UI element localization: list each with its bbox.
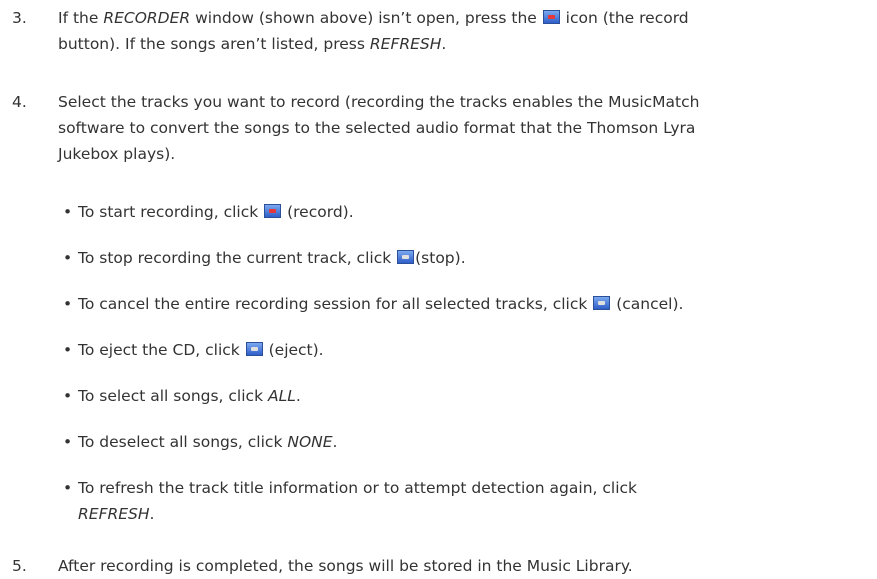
step-5-line-1: After recording is completed, the songs … (58, 557, 633, 575)
bullet-text: To stop recording the current track, cli… (78, 245, 858, 271)
step-number: 3. (12, 9, 27, 27)
step-3-line-2: button). If the songs aren’t listed, pre… (58, 31, 858, 57)
step-3-text: If the RECORDER window (shown above) isn… (58, 5, 858, 57)
text-run: button). If the songs aren’t listed, pre… (58, 35, 370, 53)
step-4-line-3: Jukebox plays). (58, 145, 176, 163)
step-3-line-1: If the RECORDER window (shown above) isn… (58, 5, 858, 31)
text-run: . (149, 505, 155, 523)
bullet-text: To refresh the track title information o… (78, 475, 858, 527)
bullet-dot: • (63, 249, 73, 267)
record-icon (542, 10, 560, 24)
bullet-dot: • (63, 433, 73, 451)
record-icon (264, 204, 282, 218)
text-run: If the (58, 9, 104, 27)
bullet-text: To eject the CD, click (eject). (78, 337, 858, 363)
document-page: 3. If the RECORDER window (shown above) … (0, 0, 877, 576)
stop-icon (397, 250, 415, 264)
text-run: (stop). (415, 249, 466, 267)
text-run: To cancel the entire recording session f… (78, 295, 593, 313)
text-run: window (shown above) isn’t open, press t… (190, 9, 542, 27)
recorder-term: RECORDER (103, 9, 191, 27)
all-term: ALL (267, 387, 296, 405)
bullet-text: To deselect all songs, click NONE. (78, 429, 858, 455)
bullet-text: To start recording, click (record). (78, 199, 858, 225)
text-run: To deselect all songs, click (78, 433, 288, 451)
bullet-dot: • (63, 203, 73, 221)
bullet-dot: • (63, 387, 73, 405)
cancel-icon (593, 296, 611, 310)
step-4-line-1: Select the tracks you want to record (re… (58, 93, 700, 111)
step-4-line-2: software to convert the songs to the sel… (58, 119, 696, 137)
text-run: . (295, 387, 301, 405)
step-number: 5. (12, 557, 27, 575)
bullet-dot: • (63, 341, 73, 359)
text-run: (record). (282, 203, 354, 221)
step-4-text: Select the tracks you want to record (re… (58, 89, 858, 167)
refresh-term: REFRESH (369, 35, 442, 53)
step-number: 4. (12, 93, 27, 111)
text-run: To eject the CD, click (78, 341, 245, 359)
bullet-text: To select all songs, click ALL. (78, 383, 858, 409)
text-run: (cancel). (611, 295, 684, 313)
none-term: NONE (287, 433, 333, 451)
text-run: To start recording, click (78, 203, 264, 221)
text-run: (eject). (263, 341, 324, 359)
refresh-term: REFRESH (78, 505, 150, 523)
text-run: To stop recording the current track, cli… (78, 249, 397, 267)
bullet-refresh-line-2: REFRESH. (78, 501, 858, 527)
bullet-refresh-line-1: To refresh the track title information o… (78, 479, 637, 497)
text-run: icon (the record (560, 9, 689, 27)
step-5-text: After recording is completed, the songs … (58, 553, 858, 579)
bullet-dot: • (63, 295, 73, 313)
bullet-text: To cancel the entire recording session f… (78, 291, 858, 317)
text-run: To select all songs, click (78, 387, 268, 405)
bullet-dot: • (63, 479, 73, 497)
text-run: . (332, 433, 338, 451)
eject-icon (245, 342, 263, 356)
text-run: . (441, 35, 447, 53)
